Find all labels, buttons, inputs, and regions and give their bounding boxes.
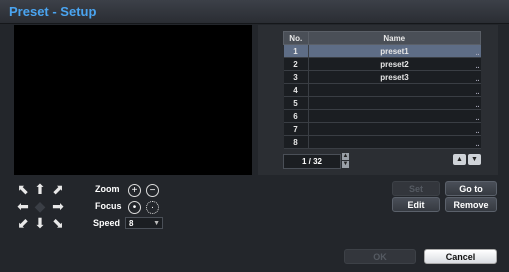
page-indicator[interactable]: 1 / 32 [283, 154, 341, 169]
table-row[interactable]: 2 preset2.. [283, 57, 481, 71]
focus-far-icon[interactable]: · [146, 201, 159, 214]
spinner-down-icon[interactable]: ▼ [342, 161, 349, 168]
row-name: .. [308, 96, 481, 110]
preset-setup-window: Preset - Setup No. Name 1 preset1.. 2 pr… [0, 0, 509, 272]
row-edit-icon[interactable]: .. [476, 102, 480, 109]
arrow-down-icon[interactable]: ⬇ [33, 216, 47, 230]
goto-button[interactable]: Go to [445, 181, 497, 196]
arrow-up-left-icon[interactable]: ⬉ [16, 182, 30, 196]
row-number: 5 [283, 96, 309, 110]
spinner-up-icon[interactable]: ▲ [342, 153, 349, 160]
row-number: 3 [283, 70, 309, 84]
arrow-left-icon[interactable]: ⬅ [16, 199, 30, 213]
title-bar: Preset - Setup [0, 0, 509, 24]
row-name: preset2.. [308, 57, 481, 71]
speed-value: 8 [129, 219, 134, 228]
row-edit-icon[interactable]: .. [476, 89, 480, 96]
arrow-down-right-icon[interactable]: ⬊ [51, 216, 65, 230]
edit-button[interactable]: Edit [392, 197, 440, 212]
table-row[interactable]: 5 .. [283, 96, 481, 110]
center-icon: ◆ [34, 198, 46, 214]
row-edit-icon[interactable]: .. [476, 141, 480, 148]
focus-label: Focus [95, 201, 122, 211]
row-number: 4 [283, 83, 309, 97]
speed-label: Speed [93, 218, 121, 228]
cancel-button[interactable]: Cancel [424, 249, 497, 264]
focus-near-icon[interactable]: • [128, 201, 141, 214]
zoom-out-icon[interactable]: − [146, 184, 159, 197]
speed-select[interactable]: 8 ▼ [125, 217, 163, 229]
remove-button[interactable]: Remove [445, 197, 497, 212]
row-number: 8 [283, 135, 309, 149]
zoom-in-icon[interactable]: + [128, 184, 141, 197]
row-name: preset3.. [308, 70, 481, 84]
row-number: 2 [283, 57, 309, 71]
row-edit-icon[interactable]: .. [476, 50, 480, 57]
row-edit-icon[interactable]: .. [476, 115, 480, 122]
arrow-up-icon[interactable]: ⬆ [33, 182, 47, 196]
row-number: 1 [283, 44, 309, 58]
table-row[interactable]: 7 .. [283, 122, 481, 136]
row-edit-icon[interactable]: .. [476, 76, 480, 83]
preset-table: No. Name 1 preset1.. 2 preset2.. 3 prese… [283, 31, 481, 149]
set-button[interactable]: Set [392, 181, 440, 196]
table-row[interactable]: 1 preset1.. [283, 44, 481, 58]
table-row[interactable]: 8 .. [283, 135, 481, 149]
zoom-label: Zoom [95, 184, 120, 194]
row-edit-icon[interactable]: .. [476, 63, 480, 70]
table-row[interactable]: 3 preset3.. [283, 70, 481, 84]
scroll-down-button[interactable]: ▼ [468, 154, 481, 165]
ok-button[interactable]: OK [344, 249, 416, 264]
table-row[interactable]: 6 .. [283, 109, 481, 123]
window-title: Preset - Setup [9, 4, 97, 19]
column-header-name: Name [307, 31, 481, 45]
arrow-up-right-icon[interactable]: ⬈ [51, 182, 65, 196]
row-name: preset1.. [308, 44, 481, 58]
row-edit-icon[interactable]: .. [476, 128, 480, 135]
row-name: .. [308, 135, 481, 149]
table-row[interactable]: 4 .. [283, 83, 481, 97]
page-spinner[interactable]: ▲ ▼ [342, 153, 349, 168]
arrow-down-left-icon[interactable]: ⬋ [16, 216, 30, 230]
row-number: 7 [283, 122, 309, 136]
video-preview [14, 25, 252, 175]
row-name: .. [308, 122, 481, 136]
row-number: 6 [283, 109, 309, 123]
column-header-no: No. [283, 31, 309, 45]
row-name: .. [308, 83, 481, 97]
scroll-up-button[interactable]: ▲ [453, 154, 466, 165]
row-name: .. [308, 109, 481, 123]
arrow-right-icon[interactable]: ➡ [51, 199, 65, 213]
chevron-down-icon: ▼ [153, 220, 160, 227]
